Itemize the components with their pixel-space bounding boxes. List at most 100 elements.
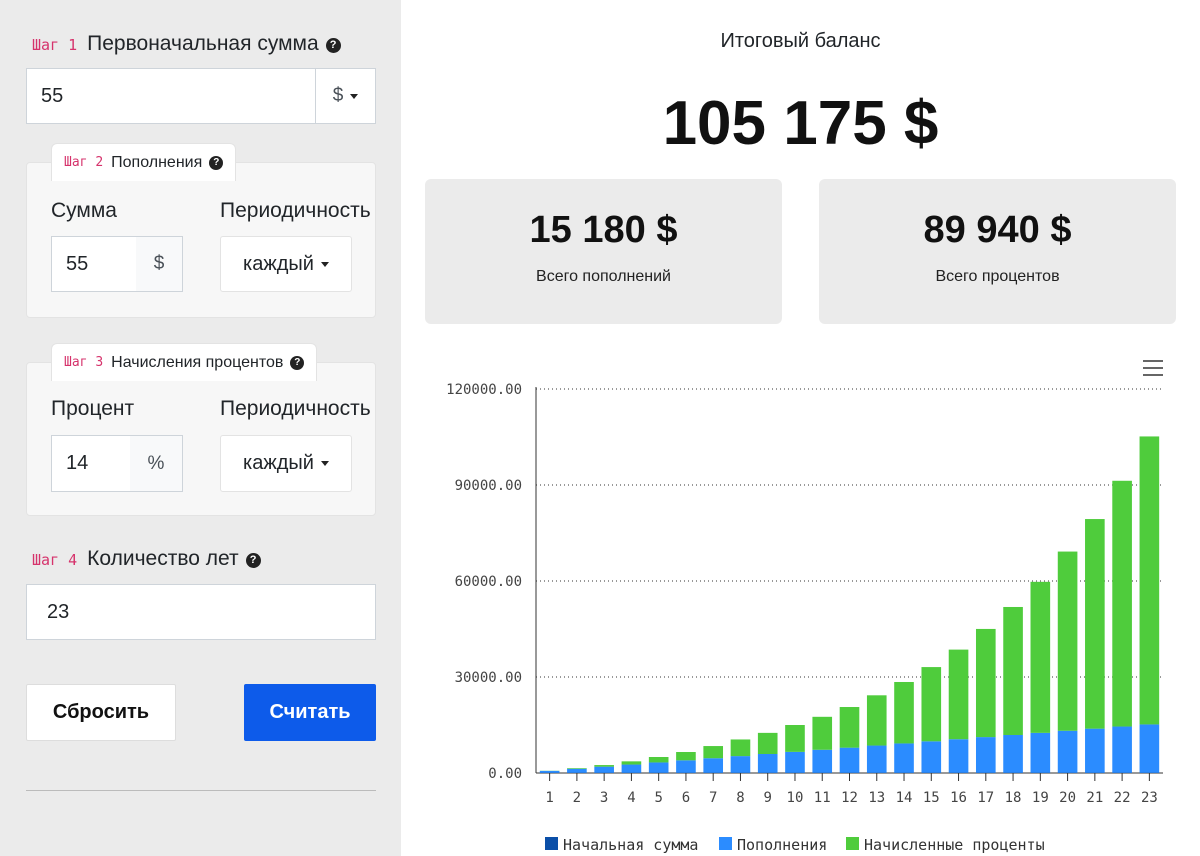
interest-period-select[interactable]: каждый [220,435,352,492]
period-value: каждый [243,252,314,275]
reset-button[interactable]: Сбросить [26,684,176,741]
step2-header: Шаг 2 Пополнения ? [51,143,237,181]
total-interest-value: 89 940 $ [923,209,1072,251]
period-value: каждый [243,452,314,474]
bar-segment [975,628,996,738]
bar-segment [1030,732,1051,773]
bar-segment [757,732,778,754]
bar-segment [921,741,942,773]
bar-segment [730,756,751,773]
y-tick-label: 120000.00 [446,382,522,398]
step4-header: Шаг 4 Количество лет ? [32,547,261,571]
bar-segment [785,725,805,752]
help-icon[interactable]: ? [325,37,341,53]
percent-addon: % [130,436,182,491]
step-tag: Шаг 2 [64,155,104,170]
currency-dropdown[interactable]: $ [315,69,375,123]
currency-addon: $ [136,237,182,291]
total-contributions-label: Всего пополнений [536,268,671,285]
chevron-down-icon [320,461,329,466]
bar-segment [539,770,560,773]
bar-segment [648,762,669,773]
bar-segment [948,739,969,773]
help-icon[interactable]: ? [290,355,305,370]
y-tick-label: 60000.00 [455,574,522,590]
x-tick-label: 23 [1141,790,1158,806]
bar-segment [567,768,587,769]
contribution-period-select[interactable]: каждый [220,236,352,292]
bar-segment [1112,726,1132,773]
x-tick-label: 1 [545,790,553,806]
years-input[interactable]: 23 [27,601,375,624]
contribution-field[interactable]: 55 $ [51,236,183,292]
input-panel: Шаг 1 Первоначальная сумма ? 55 $ Шаг 2 … [0,0,401,856]
x-tick-label: 22 [1114,790,1131,806]
step3-header: Шаг 3 Начисления процентов ? [51,343,318,381]
step-tag: Шаг 4 [32,551,78,569]
balance-label: Итоговый баланс [720,30,881,52]
legend-item: Начисленные проценты [864,836,1045,854]
legend-swatch [545,837,558,850]
help-icon[interactable]: ? [245,552,261,568]
period-label: Периодичность [220,199,371,222]
bar-segment [621,764,642,773]
x-tick-label: 4 [627,790,635,806]
total-interest-card: 89 940 $ Всего процентов [819,179,1176,324]
rate-label: Процент [51,397,135,420]
step4-title: Количество лет [87,547,239,570]
calculate-button[interactable]: Считать [244,684,376,741]
divider [26,790,376,791]
bar-segment [866,695,887,746]
x-tick-label: 16 [950,790,967,806]
interest-fieldset: Шаг 3 Начисления процентов ? Процент Пер… [26,343,376,516]
x-tick-label: 20 [1059,790,1076,806]
x-tick-label: 21 [1086,790,1103,806]
bar-segment [894,681,914,744]
y-tick-label: 30000.00 [455,670,522,686]
x-tick-label: 18 [1005,790,1022,806]
step2-title: Пополнения [111,153,203,171]
x-tick-label: 17 [977,790,994,806]
legend-swatch [719,837,732,850]
total-contributions-card: 15 180 $ Всего пополнений [425,179,782,324]
rate-field[interactable]: 14 % [51,435,183,492]
years-field[interactable]: 23 [26,584,376,640]
bar-segment [785,751,805,773]
bar-segment [1139,724,1160,773]
x-tick-label: 19 [1032,790,1049,806]
bar-segment [594,765,614,767]
bar-segment [894,743,914,773]
bar-segment [1003,734,1023,773]
bar-segment [1057,551,1078,731]
chevron-down-icon [320,261,329,267]
help-icon[interactable]: ? [209,155,224,170]
bar-segment [648,757,669,763]
bar-segment [839,747,860,773]
total-contributions-value: 15 180 $ [529,209,678,251]
period-label: Периодичность [220,397,371,420]
initial-amount-input[interactable]: 55 [27,85,315,108]
step1-title: Первоначальная сумма [87,32,319,55]
initial-amount-field[interactable]: 55 $ [26,68,376,124]
bar-segment [567,768,587,773]
bar-segment [594,766,614,773]
balance-value: 105 175 $ [662,89,939,158]
bar-segment [1085,728,1105,773]
step-tag: Шаг 1 [32,36,78,54]
bar-segment [703,758,724,773]
x-tick-label: 2 [573,790,581,806]
y-tick-label: 0.00 [488,766,522,782]
bar-segment [1030,581,1051,733]
chart-menu-icon[interactable] [1143,360,1163,376]
contribution-input[interactable]: 55 [52,253,136,276]
rate-input[interactable]: 14 [52,452,130,475]
bar-segment [839,707,860,748]
results-panel: Итоговый баланс 105 175 $ 15 180 $ Всего… [401,0,1200,856]
x-tick-label: 11 [814,790,831,806]
bar-segment [621,761,642,765]
bar-segment [1112,480,1132,727]
bar-segment [812,749,833,773]
bar-segment [676,760,696,773]
amount-label: Сумма [51,199,117,222]
bar-segment [921,667,942,742]
